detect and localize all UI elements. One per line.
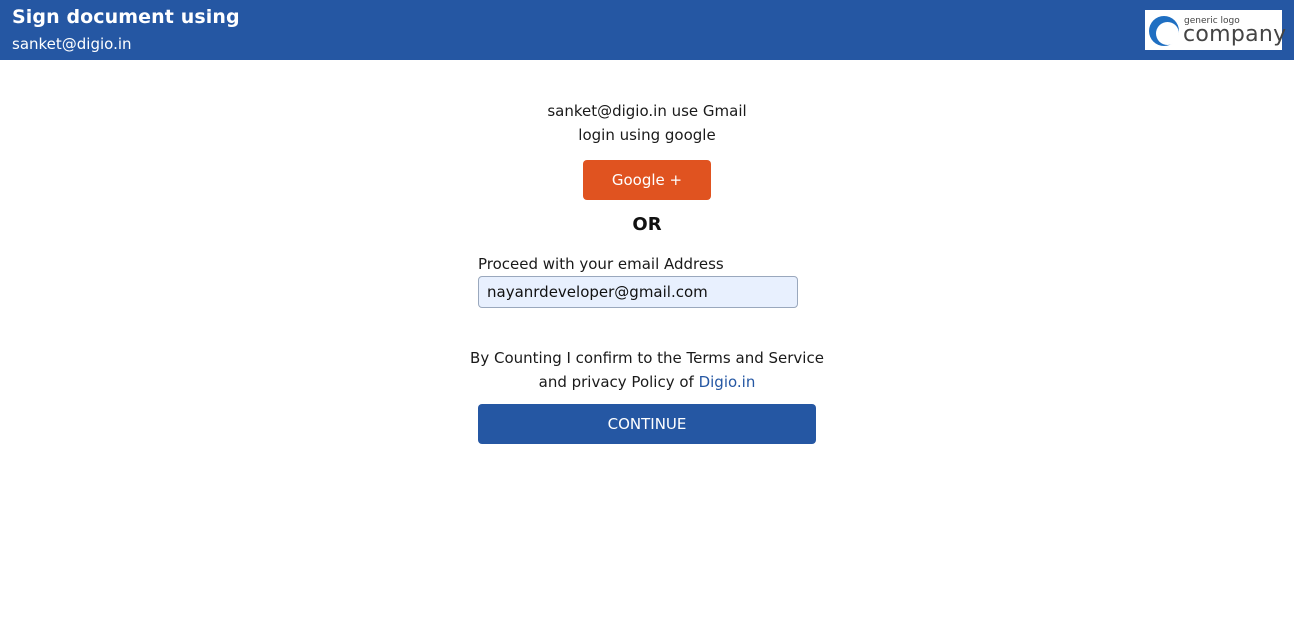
google-login-hint: login using google [578, 126, 716, 144]
gmail-hint-text: sanket@digio.in use Gmail [547, 102, 747, 120]
google-login-button[interactable]: Google + [583, 160, 711, 200]
company-logo-icon [1149, 16, 1179, 46]
email-field-label: Proceed with your email Address [478, 255, 724, 273]
terms-text: By Counting I confirm to the Terms and S… [0, 346, 1294, 394]
terms-line-1: By Counting I confirm to the Terms and S… [470, 349, 824, 367]
company-logo: generic logo company [1145, 10, 1286, 50]
or-divider: OR [632, 214, 662, 235]
header-bar: Sign document using sanket@digio.in gene… [0, 0, 1294, 60]
logo-wordmark: company [1183, 22, 1287, 47]
terms-line-2: and privacy Policy of Digio.in [0, 370, 1294, 394]
page-title: Sign document using [12, 6, 240, 28]
digio-link[interactable]: Digio.in [699, 373, 756, 391]
terms-line-2-text: and privacy Policy of [538, 373, 694, 391]
email-field[interactable] [478, 276, 798, 308]
continue-button[interactable]: CONTINUE [478, 404, 816, 444]
signer-email: sanket@digio.in [12, 35, 132, 53]
